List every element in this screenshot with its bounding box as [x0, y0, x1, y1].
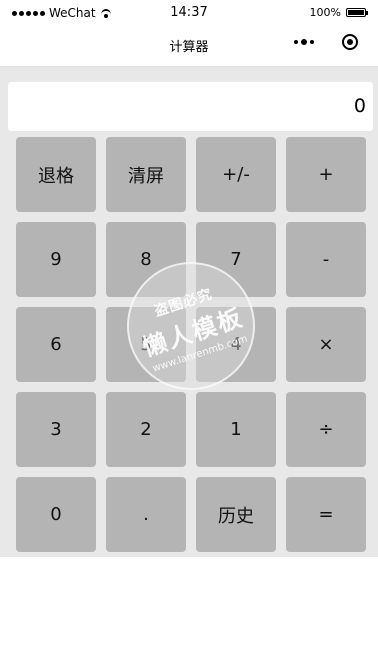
key-label: 4 — [230, 334, 242, 355]
key-label: 2 — [140, 419, 152, 440]
digit-0-button[interactable]: 0 — [16, 477, 96, 552]
key-label: 7 — [230, 249, 242, 270]
nav-bar: 计算器 — [0, 26, 378, 67]
key-label: 3 — [50, 419, 62, 440]
backspace-button[interactable]: 退格 — [16, 137, 96, 212]
equals-button[interactable]: = — [286, 477, 366, 552]
more-dots-icon[interactable] — [294, 39, 314, 45]
key-label: × — [318, 334, 334, 355]
clear-button[interactable]: 清屏 — [106, 137, 186, 212]
digit-7-button[interactable]: 7 — [196, 222, 276, 297]
key-label: 1 — [230, 419, 242, 440]
bottom-blank-area — [0, 557, 378, 672]
key-label: 清屏 — [128, 165, 164, 187]
capsule-actions — [294, 34, 358, 50]
key-label: ÷ — [318, 419, 334, 440]
calculator-display: 0 — [8, 82, 373, 131]
close-target-icon[interactable] — [342, 34, 358, 50]
digit-2-button[interactable]: 2 — [106, 392, 186, 467]
subtract-button[interactable]: - — [286, 222, 366, 297]
key-label: + — [318, 164, 334, 185]
digit-1-button[interactable]: 1 — [196, 392, 276, 467]
decimal-button[interactable]: . — [106, 477, 186, 552]
multiply-button[interactable]: × — [286, 307, 366, 382]
battery-icon — [346, 8, 368, 17]
status-right: 100% — [309, 6, 368, 19]
negate-button[interactable]: +/- — [196, 137, 276, 212]
key-label: 9 — [50, 249, 62, 270]
add-button[interactable]: + — [286, 137, 366, 212]
digit-5-button[interactable]: 5 — [106, 307, 186, 382]
key-label: = — [318, 504, 334, 525]
divide-button[interactable]: ÷ — [286, 392, 366, 467]
digit-4-button[interactable]: 4 — [196, 307, 276, 382]
digit-6-button[interactable]: 6 — [16, 307, 96, 382]
history-button[interactable]: 历史 — [196, 477, 276, 552]
key-label: 0 — [50, 504, 62, 525]
key-label: - — [322, 249, 330, 270]
digit-9-button[interactable]: 9 — [16, 222, 96, 297]
key-label: 5 — [140, 334, 152, 355]
key-label: +/- — [222, 164, 250, 185]
key-label: 退格 — [38, 165, 74, 187]
key-label: 6 — [50, 334, 62, 355]
calculator-area: 0 退格 清屏 +/- + 9 8 7 - 6 5 4 × 3 2 1 ÷ 0 … — [0, 67, 378, 557]
key-label: . — [143, 504, 149, 525]
digit-3-button[interactable]: 3 — [16, 392, 96, 467]
status-bar: WeChat 14:37 100% — [0, 0, 378, 26]
battery-percent: 100% — [309, 6, 341, 19]
key-label: 历史 — [218, 505, 254, 527]
digit-8-button[interactable]: 8 — [106, 222, 186, 297]
keypad: 退格 清屏 +/- + 9 8 7 - 6 5 4 × 3 2 1 ÷ 0 . … — [16, 137, 366, 552]
key-label: 8 — [140, 249, 152, 270]
